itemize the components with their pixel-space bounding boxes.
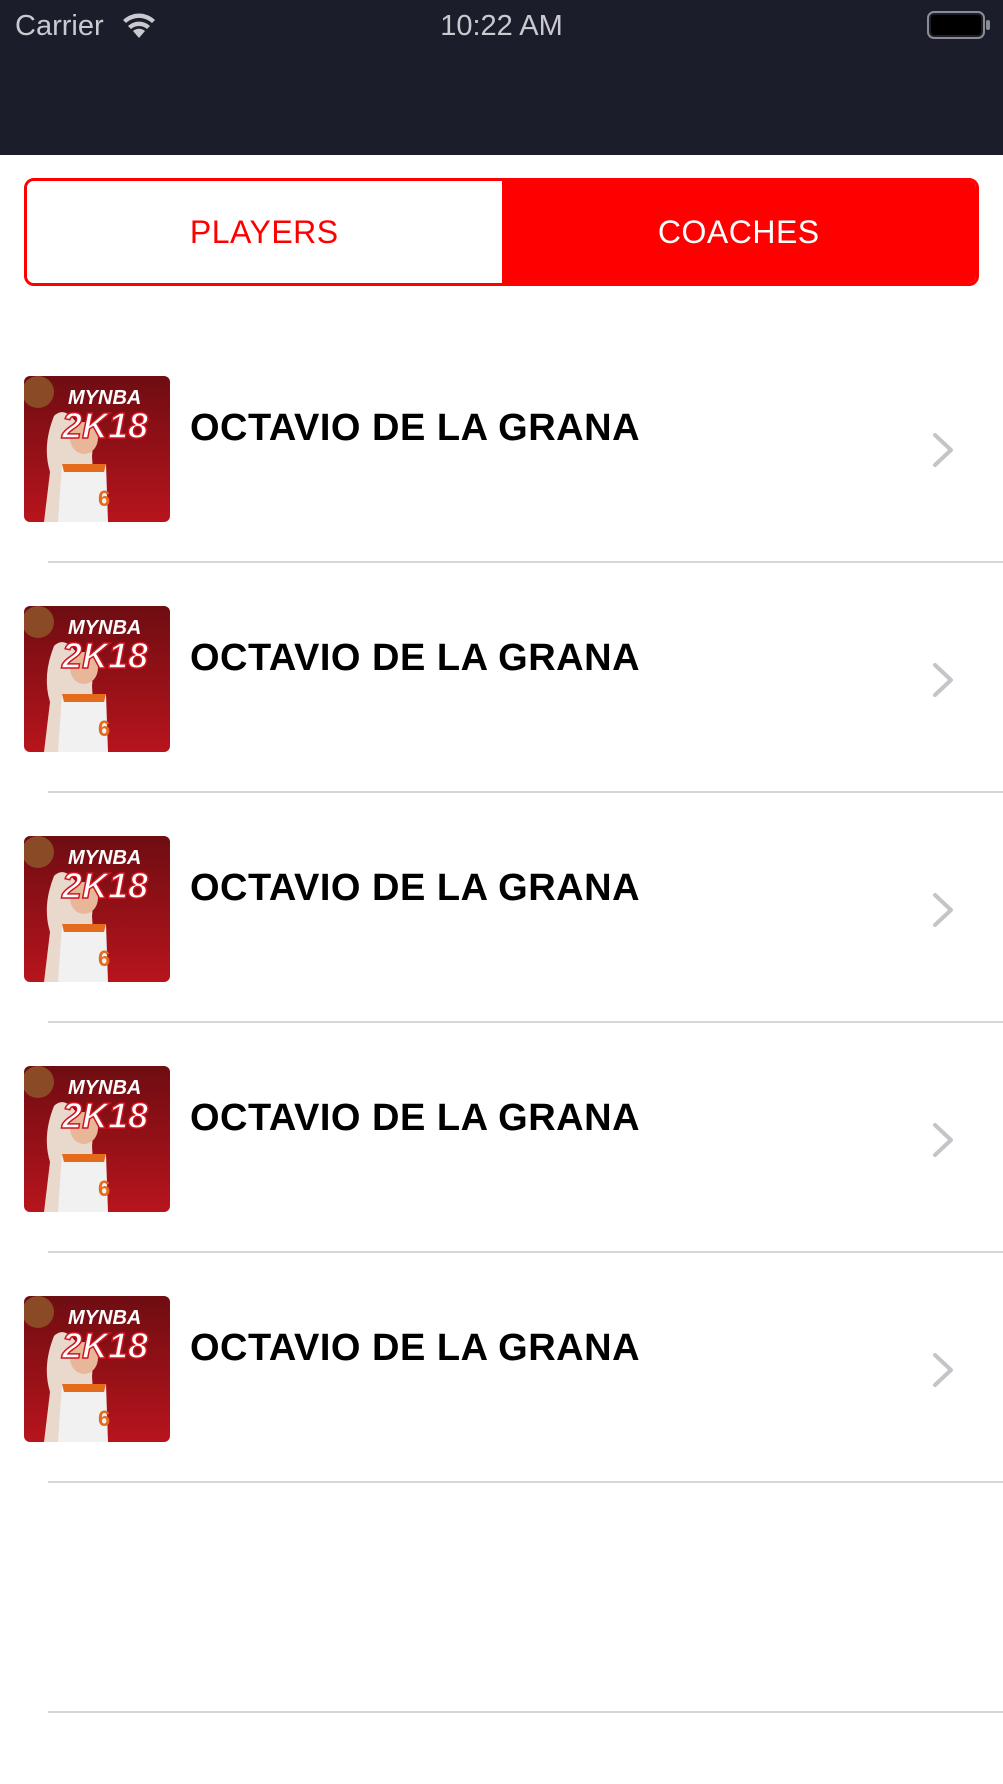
tab-coaches-label: COACHES [657, 213, 820, 250]
svg-text:2K18: 2K18 [61, 1325, 148, 1366]
list-item[interactable]: 6 MYNBA 2K18 OCTAVIO DE LA GRANA [0, 563, 1003, 793]
coach-name: OCTAVIO DE LA GRANA [190, 1097, 641, 1139]
list-item[interactable]: 6 MYNBA 2K18 OCTAVIO DE LA GRANA [0, 1023, 1003, 1253]
chevron-right-icon [933, 893, 953, 927]
svg-text:6: 6 [98, 486, 110, 511]
row-separator [48, 1711, 1003, 1713]
svg-text:2K18: 2K18 [61, 1095, 148, 1136]
mynba-2k18-cover-image: 6 MYNBA 2K18 [24, 376, 170, 522]
battery-icon [927, 11, 990, 39]
tab-players[interactable]: PLAYERS [27, 181, 502, 283]
tab-coaches[interactable]: COACHES [501, 181, 976, 283]
tab-players-label: PLAYERS [189, 213, 339, 250]
svg-text:6: 6 [98, 946, 110, 971]
coach-list: 6 MYNBA 2K18 OCTAVIO DE LA GRANA 6 MYNBA… [0, 333, 1003, 1713]
svg-text:2K18: 2K18 [61, 635, 148, 676]
coach-name: OCTAVIO DE LA GRANA [190, 637, 641, 679]
list-item[interactable]: 6 MYNBA 2K18 OCTAVIO DE LA GRANA [0, 333, 1003, 563]
empty-list-row [0, 1483, 1003, 1713]
mynba-2k18-cover-image: 6 MYNBA 2K18 [24, 1296, 170, 1442]
list-item[interactable]: 6 MYNBA 2K18 OCTAVIO DE LA GRANA [0, 793, 1003, 1023]
chevron-right-icon [933, 663, 953, 697]
svg-text:6: 6 [98, 716, 110, 741]
svg-text:2K18: 2K18 [61, 405, 148, 446]
coach-name: OCTAVIO DE LA GRANA [190, 1327, 641, 1369]
navigation-header: Carrier 10:22 AM [0, 0, 1003, 155]
players-coaches-segmented-control: PLAYERS COACHES [24, 178, 979, 286]
coach-name: OCTAVIO DE LA GRANA [190, 407, 641, 449]
status-time: 10:22 AM [440, 10, 563, 42]
svg-text:6: 6 [98, 1176, 110, 1201]
svg-text:2K18: 2K18 [61, 865, 148, 906]
mynba-2k18-cover-image: 6 MYNBA 2K18 [24, 1066, 170, 1212]
chevron-right-icon [933, 1123, 953, 1157]
list-item[interactable]: 6 MYNBA 2K18 OCTAVIO DE LA GRANA [0, 1253, 1003, 1483]
svg-text:6: 6 [98, 1406, 110, 1431]
coach-name: OCTAVIO DE LA GRANA [190, 867, 641, 909]
chevron-right-icon [933, 433, 953, 467]
mynba-2k18-cover-image: 6 MYNBA 2K18 [24, 836, 170, 982]
mynba-2k18-cover-image: 6 MYNBA 2K18 [24, 606, 170, 752]
chevron-right-icon [933, 1353, 953, 1387]
